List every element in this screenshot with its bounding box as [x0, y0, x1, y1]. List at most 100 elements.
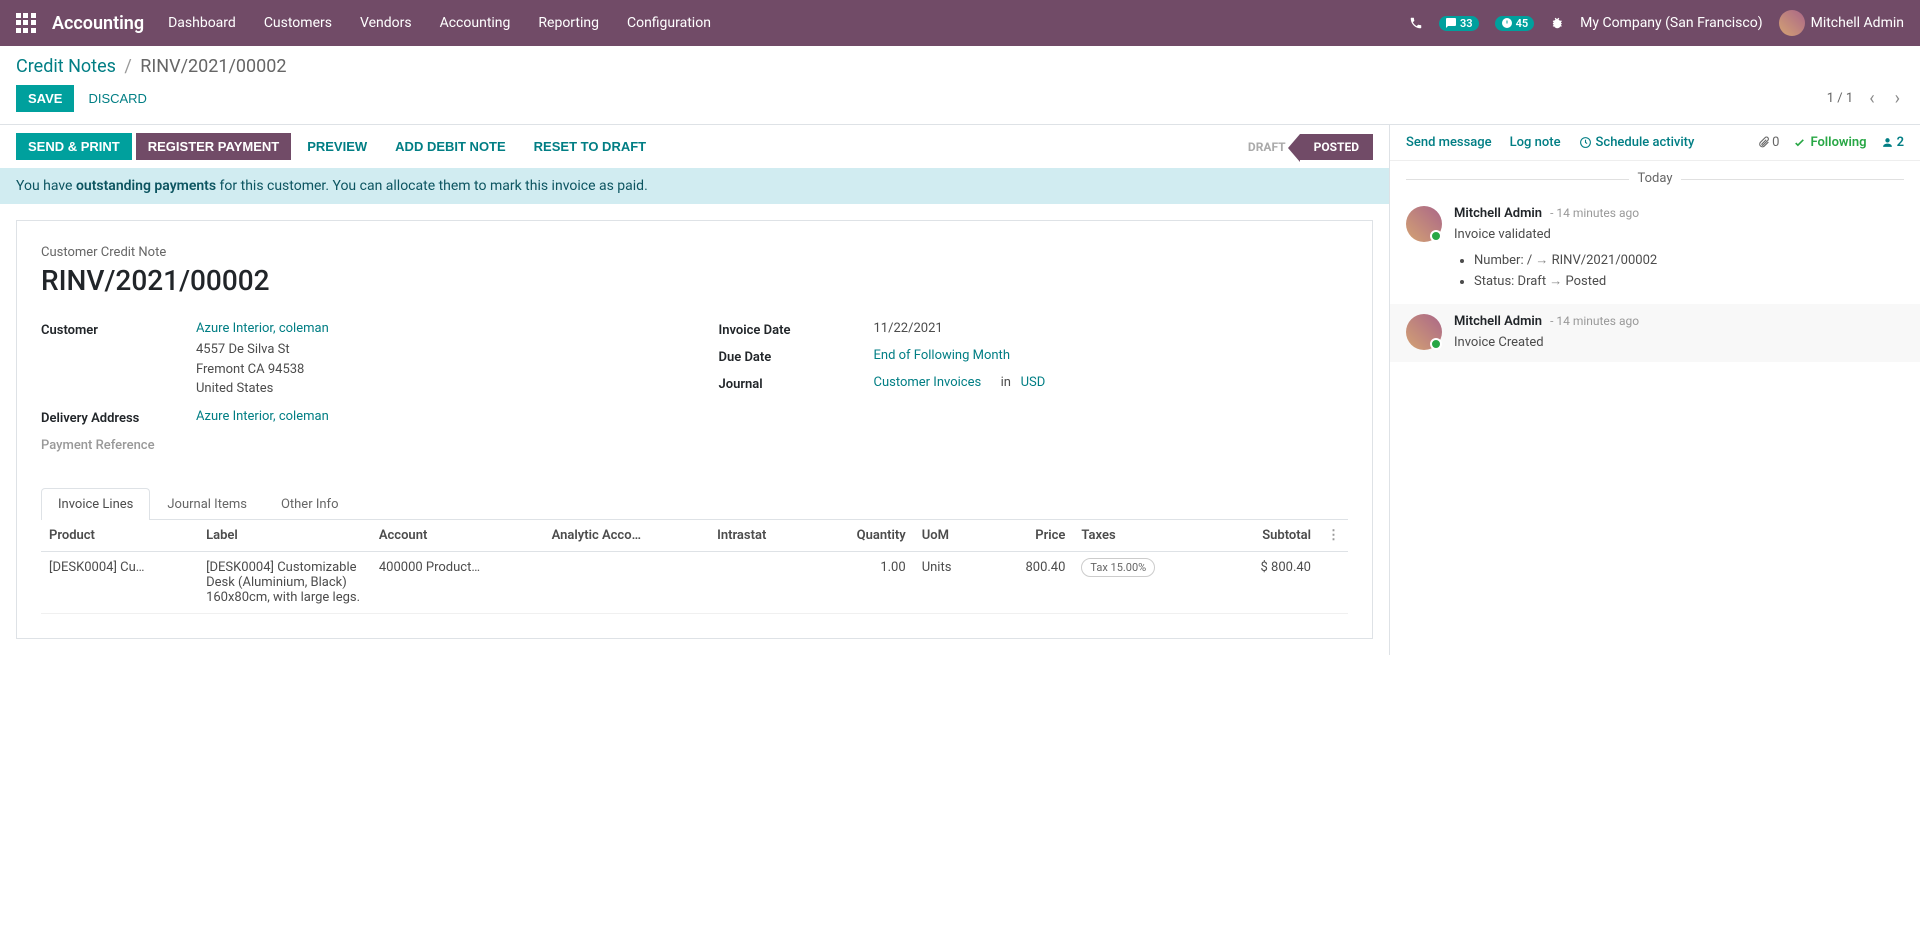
phone-icon[interactable] — [1409, 16, 1423, 31]
cell-subtotal[interactable]: $ 800.40 — [1214, 551, 1319, 613]
menu-accounting[interactable]: Accounting — [440, 15, 511, 31]
arrow-icon: → — [1535, 253, 1548, 268]
breadcrumb-sep: / — [124, 56, 131, 77]
debug-icon[interactable] — [1550, 16, 1564, 31]
menu-customers[interactable]: Customers — [264, 15, 332, 31]
apps-icon[interactable] — [16, 13, 36, 33]
th-taxes[interactable]: Taxes — [1073, 520, 1214, 552]
top-navbar: Accounting Dashboard Customers Vendors A… — [0, 0, 1920, 46]
preview-button[interactable]: PREVIEW — [295, 133, 379, 160]
user-name: Mitchell Admin — [1811, 15, 1904, 31]
log-note-button[interactable]: Log note — [1510, 135, 1561, 150]
cell-uom[interactable]: Units — [914, 551, 986, 613]
following-button[interactable]: Following — [1793, 135, 1866, 150]
user-menu[interactable]: Mitchell Admin — [1779, 10, 1904, 36]
delivery-address-link[interactable]: Azure Interior, coleman — [196, 409, 329, 424]
breadcrumb-current: RINV/2021/00002 — [140, 56, 286, 77]
discard-button[interactable]: DISCARD — [78, 85, 157, 112]
cell-analytic[interactable] — [544, 551, 709, 613]
pager-text: 1 / 1 — [1827, 91, 1853, 106]
th-subtotal[interactable]: Subtotal — [1214, 520, 1319, 552]
person-icon — [1881, 136, 1894, 149]
form-sheet: Customer Credit Note RINV/2021/00002 Cus… — [16, 220, 1373, 639]
tab-invoice-lines[interactable]: Invoice Lines — [41, 488, 150, 520]
customer-label: Customer — [41, 321, 196, 338]
th-price[interactable]: Price — [986, 520, 1074, 552]
menu-vendors[interactable]: Vendors — [360, 15, 412, 31]
attachments-button[interactable]: 0 — [1757, 135, 1779, 150]
message-avatar-icon[interactable] — [1406, 206, 1442, 242]
cell-intrastat[interactable] — [709, 551, 811, 613]
online-dot-icon — [1430, 338, 1442, 350]
customer-address: 4557 De Silva St Fremont CA 94538 United… — [196, 340, 671, 399]
message-author[interactable]: Mitchell Admin — [1454, 314, 1542, 329]
pager-prev-icon[interactable]: ‹ — [1865, 88, 1878, 109]
chatter-panel: Send message Log note Schedule activity … — [1390, 125, 1920, 655]
tab-other-info[interactable]: Other Info — [264, 488, 356, 520]
menu-reporting[interactable]: Reporting — [538, 15, 599, 31]
online-dot-icon — [1430, 230, 1442, 242]
breadcrumb-parent[interactable]: Credit Notes — [16, 56, 116, 77]
invoice-date-value[interactable]: 11/22/2021 — [874, 321, 1349, 336]
payment-reference-label: Payment Reference — [41, 436, 196, 453]
message-time: - 14 minutes ago — [1550, 206, 1639, 220]
due-date-label: Due Date — [719, 348, 874, 365]
app-brand[interactable]: Accounting — [52, 13, 144, 34]
menu-dashboard[interactable]: Dashboard — [168, 15, 236, 31]
followers-button[interactable]: 2 — [1881, 135, 1904, 150]
pager-next-icon[interactable]: › — [1891, 88, 1904, 109]
th-options-icon[interactable]: ⋮ — [1319, 520, 1348, 552]
due-date-value[interactable]: End of Following Month — [874, 348, 1010, 363]
button-bar: SEND & PRINT REGISTER PAYMENT PREVIEW AD… — [0, 125, 1389, 168]
th-intrastat[interactable]: Intrastat — [709, 520, 811, 552]
schedule-activity-button[interactable]: Schedule activity — [1579, 135, 1695, 150]
table-header-row: Product Label Account Analytic Acco… Int… — [41, 520, 1348, 552]
send-print-button[interactable]: SEND & PRINT — [16, 133, 132, 160]
menu-configuration[interactable]: Configuration — [627, 15, 711, 31]
message-avatar-icon[interactable] — [1406, 314, 1442, 350]
th-account[interactable]: Account — [371, 520, 544, 552]
invoice-date-label: Invoice Date — [719, 321, 874, 338]
status-posted[interactable]: POSTED — [1300, 134, 1373, 160]
reset-to-draft-button[interactable]: RESET TO DRAFT — [522, 133, 658, 160]
date-separator: Today — [1390, 161, 1920, 196]
activities-badge[interactable]: 45 — [1495, 16, 1535, 31]
register-payment-button[interactable]: REGISTER PAYMENT — [136, 133, 291, 160]
th-label[interactable]: Label — [198, 520, 371, 552]
breadcrumb: Credit Notes / RINV/2021/00002 — [16, 56, 286, 77]
save-button[interactable]: SAVE — [16, 85, 74, 112]
doc-type-label: Customer Credit Note — [41, 245, 1348, 260]
table-row[interactable]: [DESK0004] Cu… [DESK0004] Customizable D… — [41, 551, 1348, 613]
customer-link[interactable]: Azure Interior, coleman — [196, 321, 329, 336]
currency-value[interactable]: USD — [1021, 375, 1046, 390]
delivery-address-label: Delivery Address — [41, 409, 196, 426]
tracking-line: Status: Draft → Posted — [1474, 272, 1904, 292]
invoice-lines-table: Product Label Account Analytic Acco… Int… — [41, 520, 1348, 614]
cell-quantity[interactable]: 1.00 — [812, 551, 914, 613]
th-product[interactable]: Product — [41, 520, 198, 552]
cell-account[interactable]: 400000 Product… — [371, 551, 544, 613]
message-author[interactable]: Mitchell Admin — [1454, 206, 1542, 221]
add-debit-note-button[interactable]: ADD DEBIT NOTE — [383, 133, 518, 160]
th-quantity[interactable]: Quantity — [812, 520, 914, 552]
followers-count: 2 — [1897, 135, 1904, 150]
tracking-line: Number: / → RINV/2021/00002 — [1474, 251, 1904, 271]
journal-value[interactable]: Customer Invoices — [874, 375, 982, 390]
tab-journal-items[interactable]: Journal Items — [150, 488, 264, 520]
message-body: Invoice validated — [1454, 225, 1904, 245]
paperclip-icon — [1757, 136, 1770, 149]
company-selector[interactable]: My Company (San Francisco) — [1580, 15, 1762, 31]
message-item: Mitchell Admin - 14 minutes ago Invoice … — [1390, 304, 1920, 363]
pager: 1 / 1 ‹ › — [1827, 88, 1904, 109]
cell-price[interactable]: 800.40 — [986, 551, 1074, 613]
send-message-button[interactable]: Send message — [1406, 135, 1492, 150]
cell-product[interactable]: [DESK0004] Cu… — [41, 551, 198, 613]
message-body: Invoice Created — [1454, 333, 1904, 353]
message-item: Mitchell Admin - 14 minutes ago Invoice … — [1390, 196, 1920, 304]
th-uom[interactable]: UoM — [914, 520, 986, 552]
cell-label[interactable]: [DESK0004] Customizable Desk (Aluminium,… — [198, 551, 371, 613]
messages-badge[interactable]: 33 — [1439, 16, 1479, 31]
th-analytic[interactable]: Analytic Acco… — [544, 520, 709, 552]
tax-tag: Tax 15.00% — [1081, 558, 1155, 577]
cell-taxes[interactable]: Tax 15.00% — [1073, 551, 1214, 613]
